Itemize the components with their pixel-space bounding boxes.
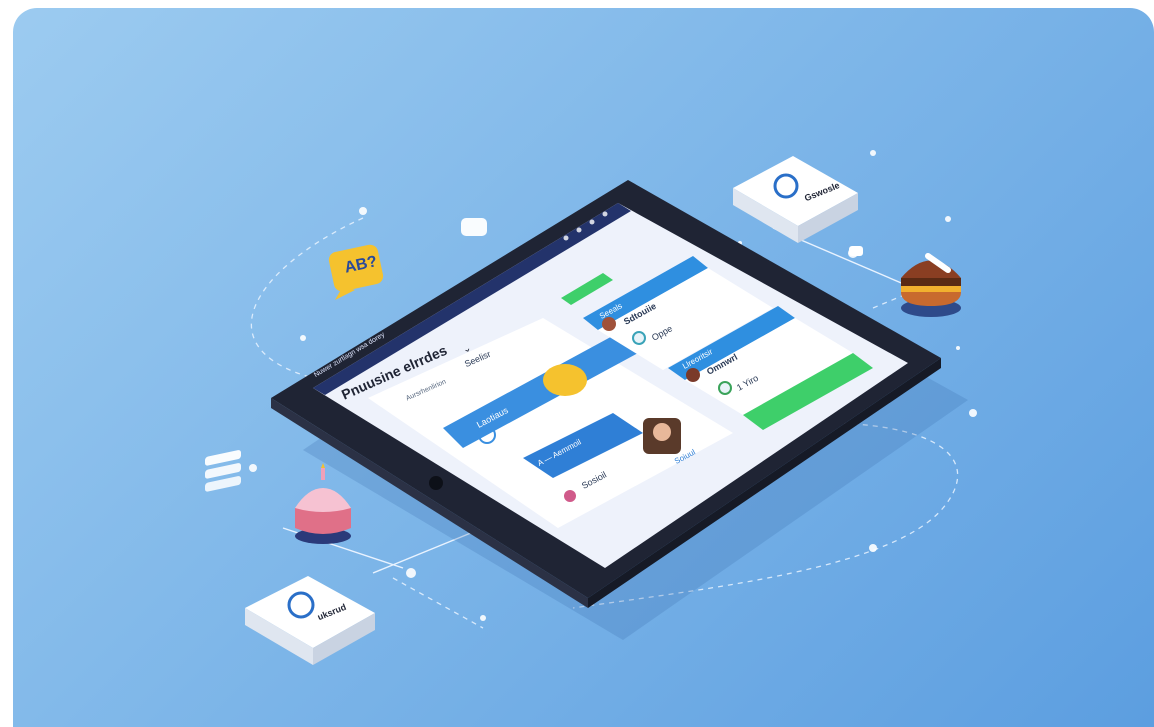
elephant-logo-icon-2 <box>287 591 315 619</box>
connector-node <box>849 246 863 256</box>
database-stack-icon <box>205 450 241 492</box>
cake-icon <box>295 463 351 544</box>
home-button[interactable] <box>429 476 443 490</box>
avatar-3 <box>686 368 700 382</box>
avatar-2 <box>632 331 646 345</box>
emoji-badge <box>543 364 587 396</box>
illustration <box>205 150 977 665</box>
background-scene: Nuwer zurtlagn wsa dorey Pnuusine elrrde… <box>13 8 1154 727</box>
elephant-logo-icon <box>773 173 799 199</box>
avatar-5 <box>564 490 576 502</box>
floating-chip <box>461 218 487 236</box>
burger-icon <box>901 253 961 317</box>
avatar-4 <box>718 381 732 395</box>
